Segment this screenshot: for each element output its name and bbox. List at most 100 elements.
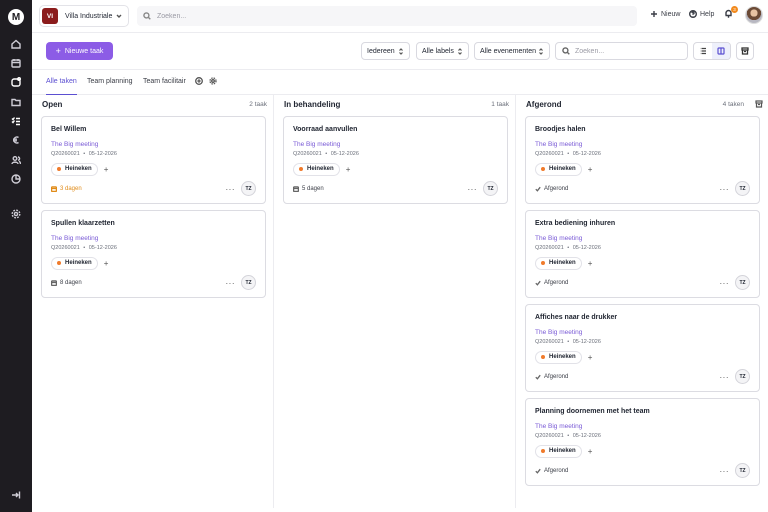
people-filter[interactable]: Iedereen (361, 42, 410, 60)
new-task-button[interactable]: + Nieuwe taak (46, 42, 113, 60)
events-filter[interactable]: Alle evenementen (474, 42, 550, 60)
add-label-button[interactable]: + (346, 165, 351, 174)
folder-icon[interactable] (10, 96, 22, 108)
add-label-button[interactable]: + (588, 165, 593, 174)
tag-label: Heineken (65, 166, 92, 172)
more-options-icon[interactable]: ··· (468, 185, 478, 194)
home-icon[interactable] (10, 38, 22, 50)
global-search[interactable] (137, 6, 637, 26)
task-card[interactable]: Broodjes halen The Big meeting Q20260021… (525, 116, 760, 204)
task-card[interactable]: Spullen klaarzetten The Big meeting Q202… (41, 210, 266, 298)
archive-button[interactable] (736, 42, 754, 60)
event-link[interactable]: The Big meeting (51, 235, 98, 242)
meta-separator: • (567, 433, 570, 439)
calendar-icon[interactable] (10, 57, 22, 69)
add-team-icon[interactable] (195, 77, 204, 86)
settings-icon[interactable] (10, 208, 22, 220)
task-title[interactable]: Affiches naar de drukker (535, 314, 617, 321)
assignee-avatar[interactable]: TZ (735, 181, 750, 196)
archive-icon[interactable] (755, 100, 763, 110)
column-header: Afgerond 4 taken (516, 100, 768, 112)
label-tag[interactable]: Heineken (535, 256, 582, 270)
assignee-avatar[interactable]: TZ (735, 275, 750, 290)
labels-filter-label: Alle labels (422, 47, 454, 55)
task-card[interactable]: Planning doornemen met het team The Big … (525, 398, 760, 486)
tab-team-facilitair[interactable]: Team facilitair (143, 78, 186, 95)
assignee-avatar[interactable]: TZ (735, 369, 750, 384)
add-label-button[interactable]: + (588, 259, 593, 268)
task-card[interactable]: Voorraad aanvullen The Big meeting Q2026… (283, 116, 508, 204)
event-link[interactable]: The Big meeting (535, 329, 582, 336)
reports-icon[interactable] (10, 173, 22, 185)
notifications-button[interactable]: 3 (724, 6, 738, 21)
label-tag[interactable]: Heineken (51, 256, 98, 270)
assignee-avatar[interactable]: TZ (241, 181, 256, 196)
more-options-icon[interactable]: ··· (720, 279, 730, 288)
labels-filter[interactable]: Alle labels (416, 42, 469, 60)
task-title[interactable]: Bel Willem (51, 126, 86, 133)
event-link[interactable]: The Big meeting (51, 141, 98, 148)
more-options-icon[interactable]: ··· (720, 373, 730, 382)
help-button[interactable]: Help (689, 10, 714, 18)
task-meta: Q20260021 • 05-12-2026 (535, 245, 601, 251)
column-count: 4 taken (722, 101, 744, 108)
more-options-icon[interactable]: ··· (226, 185, 236, 194)
events-icon[interactable] (10, 76, 22, 88)
event-link[interactable]: The Big meeting (293, 141, 340, 148)
users-icon[interactable] (10, 154, 22, 166)
task-card[interactable]: Extra bediening inhuren The Big meeting … (525, 210, 760, 298)
label-tag[interactable]: Heineken (51, 162, 98, 176)
gear-icon[interactable] (209, 77, 218, 86)
task-card[interactable]: Bel Willem The Big meeting Q20260021 • 0… (41, 116, 266, 204)
euro-icon[interactable] (10, 134, 22, 146)
more-options-icon[interactable]: ··· (720, 467, 730, 476)
label-tag[interactable]: Heineken (535, 444, 582, 458)
tab-team-planning[interactable]: Team planning (87, 78, 133, 95)
event-code: Q20260021 (535, 151, 564, 157)
task-title[interactable]: Spullen klaarzetten (51, 220, 115, 227)
event-link[interactable]: The Big meeting (535, 423, 582, 430)
add-label-button[interactable]: + (104, 259, 109, 268)
task-title[interactable]: Broodjes halen (535, 126, 586, 133)
task-title[interactable]: Planning doornemen met het team (535, 408, 650, 415)
view-toggle (693, 42, 731, 60)
app-logo[interactable]: M (8, 9, 24, 25)
label-tag[interactable]: Heineken (535, 162, 582, 176)
event-date: 05-12-2026 (572, 245, 601, 251)
label-tag[interactable]: Heineken (535, 350, 582, 364)
user-avatar[interactable] (745, 6, 763, 24)
new-button[interactable]: Nieuw (650, 10, 680, 18)
global-search-input[interactable] (157, 12, 457, 20)
task-search-input[interactable] (575, 47, 675, 55)
more-options-icon[interactable]: ··· (720, 185, 730, 194)
add-label-button[interactable]: + (588, 353, 593, 362)
assignee-avatar[interactable]: TZ (735, 463, 750, 478)
add-label-button[interactable]: + (588, 447, 593, 456)
label-tag[interactable]: Heineken (293, 162, 340, 176)
tag-row: Heineken + (535, 444, 592, 458)
list-view-button[interactable] (694, 43, 712, 59)
event-link[interactable]: The Big meeting (535, 141, 582, 148)
workspace-switcher[interactable]: VI Villa Industriale (39, 5, 129, 27)
board-view-button[interactable] (712, 43, 730, 59)
task-card[interactable]: Affiches naar de drukker The Big meeting… (525, 304, 760, 392)
assignee-avatar[interactable]: TZ (241, 275, 256, 290)
add-label-button[interactable]: + (104, 165, 109, 174)
check-icon (535, 468, 544, 474)
list-icon (700, 47, 706, 55)
logout-icon[interactable] (10, 489, 22, 501)
task-search[interactable] (555, 42, 688, 60)
assignee-avatar[interactable]: TZ (483, 181, 498, 196)
workspace-name: Villa Industriale (65, 12, 113, 20)
event-link[interactable]: The Big meeting (535, 235, 582, 242)
more-options-icon[interactable]: ··· (226, 279, 236, 288)
task-title[interactable]: Voorraad aanvullen (293, 126, 357, 133)
meta-separator: • (567, 245, 570, 251)
task-title[interactable]: Extra bediening inhuren (535, 220, 615, 227)
column-count: 1 taak (491, 101, 509, 108)
tab-alle-taken[interactable]: Alle taken (46, 78, 77, 95)
tag-row: Heineken + (51, 256, 108, 270)
tasks-icon[interactable] (10, 115, 22, 127)
event-code: Q20260021 (535, 339, 564, 345)
tag-label: Heineken (549, 166, 576, 172)
